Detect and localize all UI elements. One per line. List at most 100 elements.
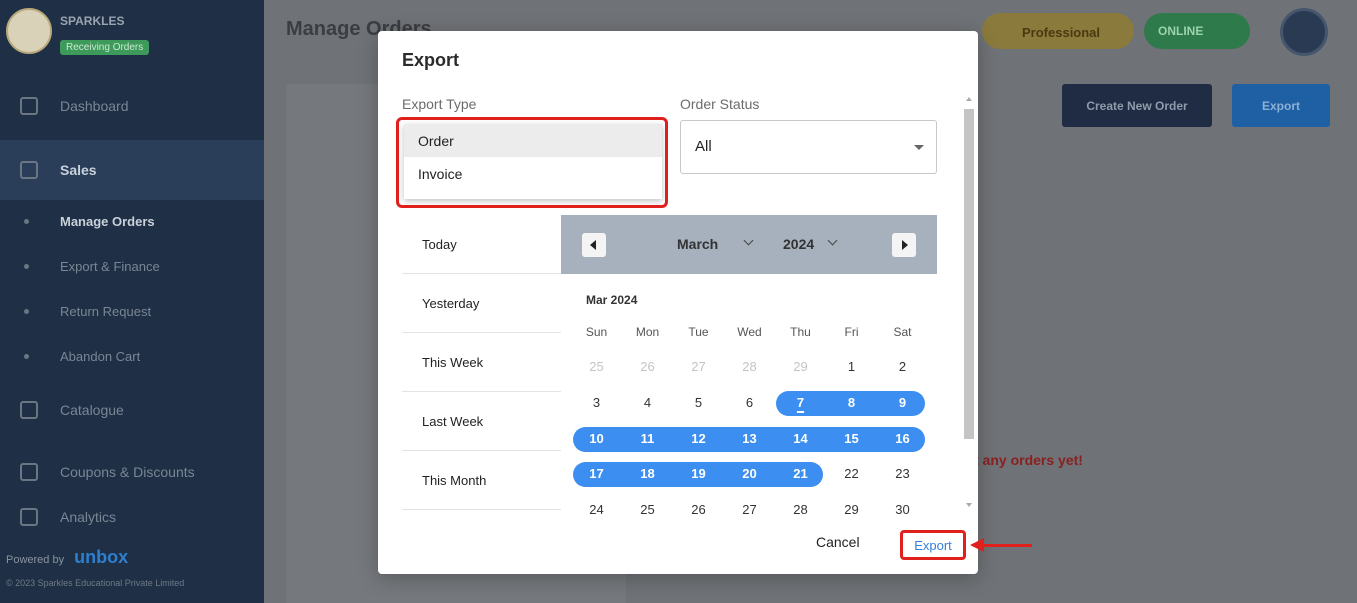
- calendar-day[interactable]: 8: [826, 395, 877, 410]
- empty-state-text: t any orders yet!: [974, 452, 1083, 468]
- calendar-day[interactable]: 14: [775, 431, 826, 446]
- calendar-day[interactable]: 3: [571, 395, 622, 410]
- catalogue-icon: [20, 401, 38, 419]
- calendar-day[interactable]: 26: [673, 502, 724, 515]
- calendar-day[interactable]: 9: [877, 395, 928, 410]
- calendar-day[interactable]: 26: [622, 359, 673, 374]
- arrow-left-icon: [970, 538, 984, 552]
- sidebar-item-sales[interactable]: Sales: [0, 140, 264, 200]
- calendar-day[interactable]: 21: [775, 466, 826, 481]
- sidebar-item-analytics[interactable]: Analytics: [0, 502, 264, 532]
- calendar-day[interactable]: 1: [826, 359, 877, 374]
- sidebar-item-label: Analytics: [60, 509, 117, 525]
- calendar-day[interactable]: 5: [673, 395, 724, 410]
- calendar-day[interactable]: 19: [673, 466, 724, 481]
- calendar-day[interactable]: 7: [775, 395, 826, 410]
- modal-title: Export: [402, 50, 460, 70]
- calendar-day[interactable]: 13: [724, 431, 775, 446]
- calendar-day[interactable]: 28: [775, 502, 826, 515]
- copyright: © 2023 Sparkles Educational Private Limi…: [6, 578, 185, 588]
- sidebar-subitem-abandon-cart[interactable]: Abandon Cart: [60, 349, 140, 364]
- scroll-down-icon: [966, 503, 972, 507]
- arrow-right-icon: [902, 240, 908, 250]
- nav-dot: [24, 264, 29, 269]
- export-toolbar-button[interactable]: Export: [1232, 84, 1330, 127]
- arrow-left-icon: [590, 240, 596, 250]
- scrollbar-thumb[interactable]: [964, 109, 974, 439]
- sidebar-subitem-manage-orders[interactable]: Manage Orders: [60, 214, 155, 229]
- calendar-day[interactable]: 28: [724, 359, 775, 374]
- calendar-day[interactable]: 12: [673, 431, 724, 446]
- avatar[interactable]: [1280, 8, 1328, 56]
- sidebar-subitem-export-finance[interactable]: Export & Finance: [60, 259, 160, 274]
- calendar-day[interactable]: 29: [775, 359, 826, 374]
- cancel-button[interactable]: Cancel: [816, 534, 860, 550]
- sidebar-item-coupons[interactable]: Coupons & Discounts: [0, 442, 264, 502]
- calendar-day[interactable]: 24: [571, 502, 622, 515]
- online-toggle[interactable]: ONLINE: [1144, 13, 1250, 49]
- chevron-down-icon: [827, 235, 838, 246]
- calendar-day[interactable]: 29: [826, 502, 877, 515]
- sidebar-subitem-return-request[interactable]: Return Request: [60, 304, 151, 319]
- highlight-box: [396, 117, 668, 208]
- month-select[interactable]: March: [677, 236, 718, 252]
- nav-dot: [24, 354, 29, 359]
- weekday-label: Thu: [790, 325, 811, 339]
- preset-today[interactable]: Today: [402, 215, 561, 274]
- calendar-day[interactable]: 15: [826, 431, 877, 446]
- preset-this-week[interactable]: This Week: [402, 333, 561, 392]
- next-month-button[interactable]: [892, 233, 916, 257]
- calendar-day[interactable]: 30: [877, 502, 928, 515]
- store-status-badge: Receiving Orders: [60, 40, 150, 55]
- calendar-caption: Mar 2024: [586, 293, 638, 307]
- sidebar-item-catalogue[interactable]: Catalogue: [0, 380, 264, 440]
- plan-badge[interactable]: Professional: [982, 13, 1134, 49]
- order-status-label: Order Status: [680, 96, 760, 112]
- export-type-label: Export Type: [402, 96, 477, 112]
- powered-by: Powered by unbox: [6, 547, 128, 568]
- sidebar-item-label: Coupons & Discounts: [60, 464, 195, 480]
- create-order-button[interactable]: Create New Order: [1062, 84, 1212, 127]
- chevron-down-icon: [743, 235, 754, 246]
- year-select[interactable]: 2024: [783, 236, 814, 252]
- calendar-day[interactable]: 20: [724, 466, 775, 481]
- weekday-label: Fri: [844, 325, 859, 339]
- calendar-day[interactable]: 17: [571, 466, 622, 481]
- sidebar-item-label: Sales: [60, 162, 97, 178]
- calendar-day[interactable]: 4: [622, 395, 673, 410]
- preset-yesterday[interactable]: Yesterday: [402, 274, 561, 333]
- sidebar-item-dashboard[interactable]: Dashboard: [0, 76, 264, 136]
- caret-down-icon: [914, 145, 924, 150]
- modal-scrollbar[interactable]: [963, 97, 975, 511]
- weekday-label: Sat: [893, 325, 912, 339]
- calendar-day[interactable]: 25: [622, 502, 673, 515]
- calendar-day[interactable]: 18: [622, 466, 673, 481]
- store-name: SPARKLES: [60, 14, 125, 28]
- preset-this-month[interactable]: This Month: [402, 451, 561, 510]
- calendar-day[interactable]: 23: [877, 466, 928, 481]
- scroll-up-icon: [966, 97, 972, 101]
- store-logo: [6, 8, 52, 54]
- order-status-value: All: [695, 138, 712, 155]
- calendar-day[interactable]: 2: [877, 359, 928, 374]
- calendar-day[interactable]: 16: [877, 431, 928, 446]
- preset-last-week[interactable]: Last Week: [402, 392, 561, 451]
- sidebar-item-label: Dashboard: [60, 98, 129, 114]
- calendar: March 2024 Mar 2024 Sun Mon Tue Wed Thu Fri Sa…: [561, 215, 937, 515]
- powered-by-label: Powered by: [6, 554, 65, 566]
- nav-dot: [24, 219, 29, 224]
- calendar-day[interactable]: 27: [673, 359, 724, 374]
- nav-dot: [24, 309, 29, 314]
- calendar-day[interactable]: 10: [571, 431, 622, 446]
- calendar-day[interactable]: 6: [724, 395, 775, 410]
- weekday-label: Tue: [688, 325, 709, 339]
- calendar-day[interactable]: 11: [622, 431, 673, 446]
- coupon-icon: [20, 463, 38, 481]
- sidebar-item-label: Catalogue: [60, 402, 124, 418]
- prev-month-button[interactable]: [582, 233, 606, 257]
- weekday-label: Mon: [635, 325, 660, 339]
- calendar-day[interactable]: 27: [724, 502, 775, 515]
- calendar-day[interactable]: 22: [826, 466, 877, 481]
- order-status-select[interactable]: All: [680, 120, 937, 174]
- calendar-day[interactable]: 25: [571, 359, 622, 374]
